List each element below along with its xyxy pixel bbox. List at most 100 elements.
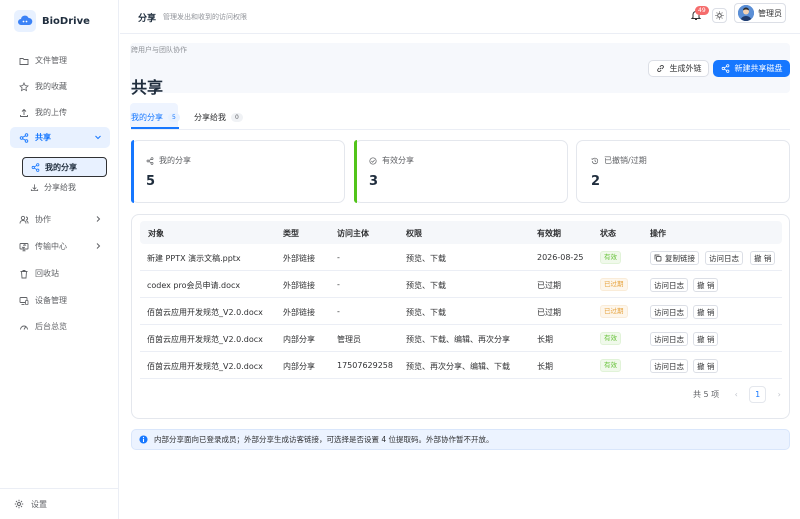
tab-count: 5: [168, 112, 180, 122]
stat-label: 我的分享: [159, 156, 191, 165]
tab-label: 我的分享: [131, 112, 163, 122]
stat-accent-bar: [354, 140, 357, 203]
users-icon: [19, 215, 29, 225]
status-badge: 已过期: [600, 278, 628, 291]
info-text: 内部分享面向已登录成员；外部分享生成访客链接，可选择是否设置 4 位提取码。外部…: [154, 435, 494, 444]
stat-card-my-shares: 我的分享 5: [131, 140, 345, 203]
column-header-expiry: 有效期: [537, 229, 561, 238]
transfer-icon: [19, 242, 29, 252]
stat-label: 已撤销/过期: [604, 156, 647, 165]
sidebar-item-label: 回收站: [35, 269, 59, 278]
revoke-label: 撤 销: [697, 334, 715, 344]
cell-subject: -: [337, 253, 340, 262]
app-logo[interactable]: BioDrive: [14, 10, 90, 32]
stat-label: 有效分享: [382, 156, 414, 165]
table-row: 佰茵云应用开发规范_V2.0.docx 内部分享 管理员 预览、下载、编辑、再次…: [140, 325, 782, 352]
gear-icon: [14, 499, 24, 509]
chevron-right-icon: [96, 243, 101, 249]
settings-label: 设置: [31, 499, 47, 509]
column-header-subject: 访问主体: [337, 229, 369, 238]
cell-expiry: 2026-08-25: [537, 253, 584, 262]
revoke-button[interactable]: 撤 销: [693, 359, 719, 373]
column-header-actions: 操作: [650, 229, 666, 238]
revoke-button[interactable]: 撤 销: [693, 278, 719, 292]
cloud-icon: [14, 10, 36, 32]
revoke-button[interactable]: 撤 销: [693, 332, 719, 346]
access-log-label: 访问日志: [654, 280, 684, 290]
cell-expiry: 已过期: [537, 308, 561, 317]
access-log-button[interactable]: 访问日志: [650, 278, 688, 292]
cell-subject: 管理员: [337, 335, 361, 344]
access-log-button[interactable]: 访问日志: [650, 359, 688, 373]
sidebar-item-devices[interactable]: 设备管理: [10, 290, 110, 311]
column-header-type: 类型: [283, 229, 299, 238]
tab-shared-with-me[interactable]: 分享给我 0: [194, 107, 243, 127]
access-log-button[interactable]: 访问日志: [705, 251, 743, 265]
upload-icon: [19, 108, 29, 118]
sidebar-item-trash[interactable]: 回收站: [10, 263, 110, 284]
column-header-permission: 权限: [406, 229, 422, 238]
sidebar-subitem-shared-with-me[interactable]: 分享给我: [22, 177, 107, 197]
page-number-button[interactable]: 1: [749, 386, 767, 403]
cell-type: 内部分享: [283, 362, 315, 371]
cell-object[interactable]: 佰茵云应用开发规范_V2.0.docx: [147, 307, 263, 318]
next-page-icon[interactable]: ›: [774, 390, 784, 399]
theme-toggle-button[interactable]: [712, 8, 727, 23]
table-row: 佰茵云应用开发规范_V2.0.docx 外部链接 - 预览、下载 已过期 已过期…: [140, 298, 782, 325]
star-icon: [19, 81, 29, 92]
stat-value: 5: [146, 174, 156, 189]
prev-page-icon[interactable]: ‹: [731, 390, 741, 399]
cell-object[interactable]: 佰茵云应用开发规范_V2.0.docx: [147, 334, 263, 345]
cell-object[interactable]: codex pro会员申请.docx: [147, 280, 240, 291]
access-log-button[interactable]: 访问日志: [650, 332, 688, 346]
tab-label: 分享给我: [194, 112, 226, 122]
pagination-total: 共 5 项: [693, 390, 720, 399]
notification-badge: 49: [695, 6, 709, 15]
sidebar-item-files[interactable]: 文件管理: [10, 50, 110, 71]
sidebar-subitem-my-shares[interactable]: 我的分享: [22, 157, 107, 177]
status-badge: 有效: [600, 251, 621, 264]
revoke-label: 撤 销: [697, 361, 715, 371]
link-icon: [656, 64, 664, 73]
settings-link[interactable]: 设置: [0, 488, 119, 519]
cell-type: 内部分享: [283, 335, 315, 344]
cell-object[interactable]: 佰茵云应用开发规范_V2.0.docx: [147, 361, 263, 372]
folder-icon: [19, 56, 29, 66]
table-row: 新建 PPTX 演示文稿.pptx 外部链接 - 预览、下载 2026-08-2…: [140, 244, 782, 271]
header-subtitle: 管理发出和收到的访问权限: [163, 13, 247, 21]
sidebar-item-transfer[interactable]: 传输中心: [10, 236, 110, 257]
sidebar-item-label: 后台总览: [35, 322, 67, 331]
sidebar-item-share[interactable]: 共享: [10, 127, 110, 148]
revoke-button[interactable]: 撤 销: [693, 305, 719, 319]
table-row: codex pro会员申请.docx 外部链接 - 预览、下载 已过期 已过期 …: [140, 271, 782, 298]
revoke-button[interactable]: 撤 销: [750, 251, 776, 265]
access-log-label: 访问日志: [709, 253, 739, 263]
sidebar-item-label: 文件管理: [35, 56, 67, 65]
cell-subject: -: [337, 307, 340, 316]
cell-expiry: 长期: [537, 335, 553, 344]
sidebar-item-label: 协作: [35, 215, 51, 224]
access-log-button[interactable]: 访问日志: [650, 305, 688, 319]
history-icon: [591, 157, 599, 164]
sidebar-item-favorites[interactable]: 我的收藏: [10, 76, 110, 97]
tab-count: 0: [231, 112, 243, 122]
stat-value: 3: [369, 174, 379, 189]
stat-card-revoked: 已撤销/过期 2: [576, 140, 790, 203]
chevron-down-icon: [95, 135, 101, 140]
generate-link-button[interactable]: 生成外链: [648, 60, 709, 77]
sidebar-item-uploads[interactable]: 我的上传: [10, 102, 110, 123]
device-icon: [19, 296, 29, 306]
sidebar-subitem-label: 我的分享: [45, 162, 77, 172]
tab-my-shares[interactable]: 我的分享 5: [131, 107, 180, 127]
cell-permission: 预览、再次分享、编辑、下载: [406, 362, 510, 371]
sidebar-item-dashboard[interactable]: 后台总览: [10, 316, 110, 337]
info-banner: 内部分享面向已登录成员；外部分享生成访客链接，可选择是否设置 4 位提取码。外部…: [131, 429, 790, 450]
cell-subject: -: [337, 280, 340, 289]
sidebar-item-collab[interactable]: 协作: [10, 209, 110, 230]
revoke-label: 撤 销: [697, 307, 715, 317]
breadcrumb: 跨用户与团队协作: [131, 46, 187, 54]
user-menu[interactable]: 管理员: [734, 3, 786, 23]
new-shared-drive-button[interactable]: 新建共享磁盘: [713, 60, 790, 77]
copy-link-button[interactable]: 复制链接: [650, 251, 699, 265]
cell-object[interactable]: 新建 PPTX 演示文稿.pptx: [147, 253, 241, 264]
